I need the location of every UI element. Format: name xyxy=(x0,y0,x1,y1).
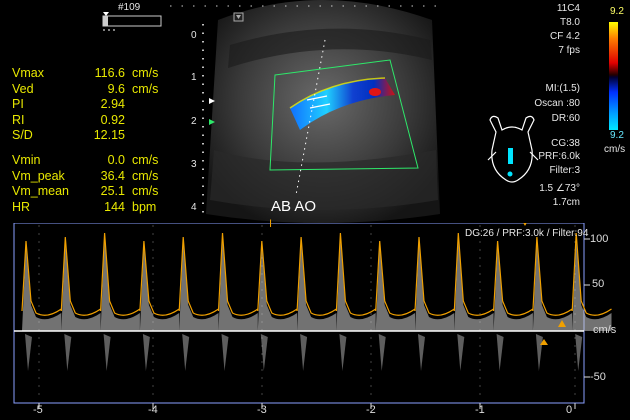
measurement-label: RI xyxy=(12,112,25,127)
measurement-value: 144 xyxy=(104,199,125,214)
measurement-unit: bpm xyxy=(132,199,157,214)
measurement-label: Vm_mean xyxy=(12,184,69,198)
measurement-label: S/D xyxy=(12,128,33,142)
sample-depth: 1.7cm xyxy=(552,197,580,208)
measurement-value: 36.4 xyxy=(100,168,125,183)
velocity-label-50: 50 xyxy=(592,278,605,290)
doppler-info: DG:26 / PRF:3.0k / Filter:94 xyxy=(465,228,589,239)
measurement-unit: cm/s xyxy=(132,81,159,96)
measurement-value: 0.0 xyxy=(107,153,125,167)
dynamic-range: DR:60 xyxy=(551,113,580,124)
frame-number: #109 xyxy=(118,2,141,13)
velocity-label-100: 100 xyxy=(590,233,609,245)
color-gain: CG:38 xyxy=(551,138,580,149)
cursor-marker: I xyxy=(269,218,273,230)
color-scale-bar xyxy=(609,22,618,130)
time-label: -4 xyxy=(148,404,158,416)
velocity-unit: cm/s xyxy=(593,324,617,336)
measurement-value: 2.94 xyxy=(100,97,125,111)
measurement-value: 0.92 xyxy=(100,112,125,127)
color-freq: CF 4.2 xyxy=(549,31,580,42)
oscan-value: Oscan :80 xyxy=(534,98,580,109)
measurement-panel: Vmax 116.6 cm/s Ved 9.6 cm/s PI 2.94 RI … xyxy=(12,66,192,216)
color-prf: PRF:6.0k xyxy=(538,151,580,162)
measurement-unit: cm/s xyxy=(132,168,159,183)
measurement-value: 25.1 xyxy=(100,184,125,198)
depth-label-0: 0 xyxy=(191,30,197,41)
velocity-label-neg50: -50 xyxy=(590,371,606,383)
probe-label: 11C4 xyxy=(556,3,580,14)
measurement-unit: cm/s xyxy=(132,184,159,198)
angle-correction: 1.5 ∠73° xyxy=(539,183,580,194)
time-label: -5 xyxy=(33,404,43,416)
measurement-label: HR xyxy=(12,199,31,214)
measurement-label: PI xyxy=(12,97,24,111)
time-label: -3 xyxy=(257,404,267,416)
color-scale-top-label: 9.2 xyxy=(610,6,624,17)
frame-bar xyxy=(102,15,162,27)
measurement-unit: cm/s xyxy=(132,153,159,167)
time-label: 0 xyxy=(566,404,573,416)
transmit-freq: T8.0 xyxy=(559,17,580,28)
color-scale-unit: cm/s xyxy=(604,144,626,155)
measurement-label: Vmin xyxy=(12,153,41,167)
depth-label-3: 3 xyxy=(191,159,197,170)
measurement-label: Vmax xyxy=(12,66,44,80)
time-label: -1 xyxy=(475,404,485,416)
depth-label-4: 4 xyxy=(191,202,197,213)
measurement-value: 12.15 xyxy=(93,128,125,142)
vessel-label: AB AO xyxy=(271,198,317,215)
mechanical-index: MI:(1.5) xyxy=(545,83,580,94)
time-label: -2 xyxy=(366,404,376,416)
depth-label-2: 2 xyxy=(191,116,197,127)
frame-rate: 7 fps xyxy=(558,45,580,56)
measurement-value: 9.6 xyxy=(107,81,125,96)
measurement-value: 116.6 xyxy=(94,66,125,80)
measurement-label: Ved xyxy=(12,81,34,96)
depth-label-1: 1 xyxy=(191,72,197,83)
measurement-label: Vm_peak xyxy=(12,168,65,183)
measurement-unit: cm/s xyxy=(132,66,159,80)
color-filter: Filter:3 xyxy=(549,165,580,176)
color-scale-bottom-label: 9.2 xyxy=(610,130,624,141)
spectral-doppler-display xyxy=(13,223,612,409)
